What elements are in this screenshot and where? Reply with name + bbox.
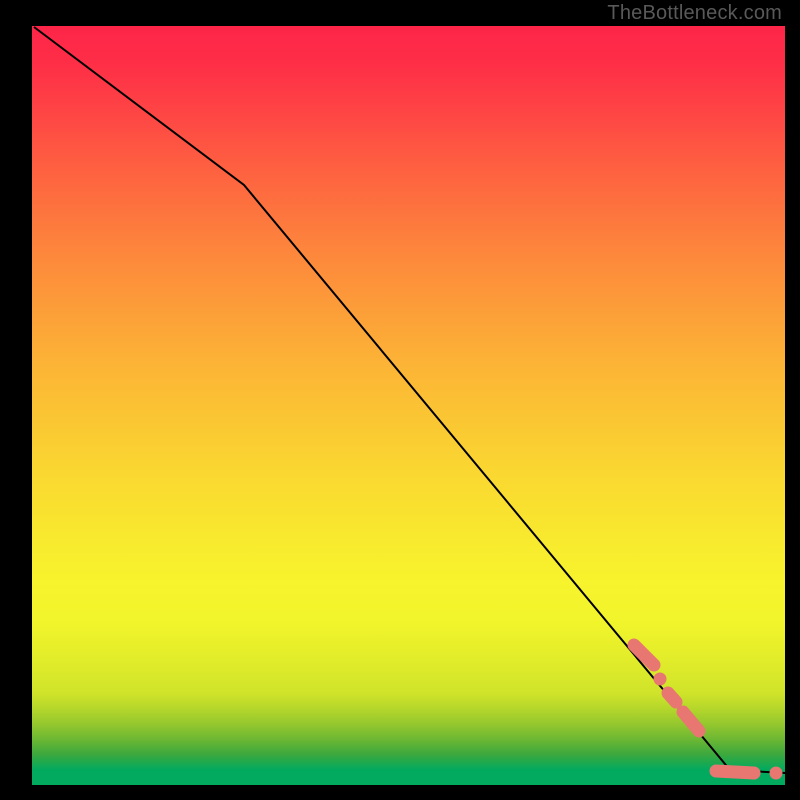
plot-background-gradient <box>32 26 785 785</box>
attribution-label: TheBottleneck.com <box>607 2 782 25</box>
marker-dot <box>770 767 783 780</box>
marker-segment <box>716 771 754 773</box>
marker-segment <box>668 693 676 702</box>
chart-frame: TheBottleneck.com <box>0 0 800 800</box>
marker-dot <box>654 673 667 686</box>
bottleneck-chart <box>0 0 800 800</box>
mask-bottom <box>0 785 800 800</box>
mask-right <box>785 0 800 800</box>
mask-left <box>0 0 32 800</box>
